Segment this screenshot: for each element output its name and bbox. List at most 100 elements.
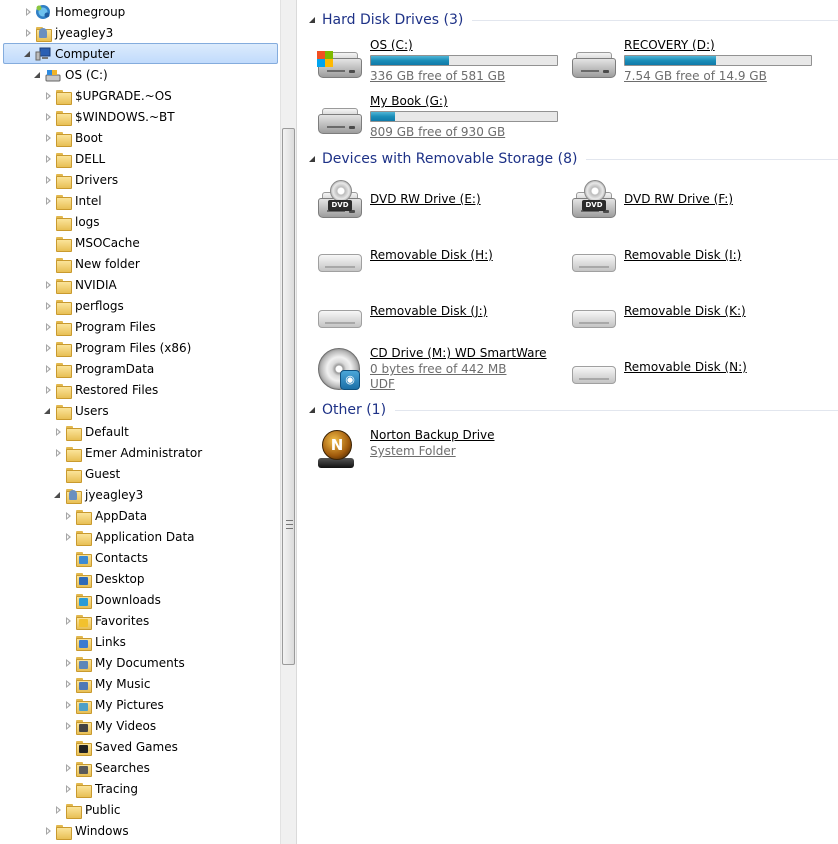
folder-icon	[55, 130, 72, 147]
tree-item[interactable]: Public	[0, 799, 280, 820]
tree-item[interactable]: Drivers	[0, 169, 280, 190]
drive-slot	[327, 70, 345, 72]
removable-item[interactable]: Removable Disk (H:)	[316, 234, 570, 282]
collapsed-arrow-icon[interactable]	[63, 511, 73, 521]
navigation-scrollbar[interactable]	[280, 0, 297, 844]
tree-item[interactable]: Program Files	[0, 316, 280, 337]
expanded-arrow-icon[interactable]	[33, 70, 43, 80]
drive-item[interactable]: OS (C:) 336 GB free of 581 GB	[316, 38, 570, 86]
drive-item[interactable]: RECOVERY (D:) 7.54 GB free of 14.9 GB	[570, 38, 824, 86]
collapsed-arrow-icon[interactable]	[63, 532, 73, 542]
tree-item[interactable]: Default	[0, 421, 280, 442]
tree-item[interactable]: Contacts	[0, 547, 280, 568]
group-header-removable-storage[interactable]: Devices with Removable Storage (8)	[298, 149, 838, 169]
tree-item[interactable]: Emer Administrator	[0, 442, 280, 463]
tree-item[interactable]: Intel	[0, 190, 280, 211]
tree-item[interactable]: Application Data	[0, 526, 280, 547]
tree-item[interactable]: logs	[0, 211, 280, 232]
collapsed-arrow-icon[interactable]	[43, 826, 53, 836]
tree-item[interactable]: My Music	[0, 673, 280, 694]
removable-item[interactable]: DVD DVD RW Drive (F:)	[570, 178, 824, 226]
tree-item[interactable]: Restored Files	[0, 379, 280, 400]
collapsed-arrow-icon[interactable]	[63, 784, 73, 794]
expanded-arrow-icon[interactable]	[23, 49, 33, 59]
group-header-other[interactable]: Other (1)	[298, 400, 838, 420]
tree-item[interactable]: Tracing	[0, 778, 280, 799]
tree-item[interactable]: Users	[0, 400, 280, 421]
group-header-hard-disk-drives[interactable]: Hard Disk Drives (3)	[298, 10, 838, 30]
scrollbar-thumb[interactable]	[282, 128, 295, 665]
tree-item[interactable]: Favorites	[0, 610, 280, 631]
tree-item[interactable]: My Pictures	[0, 694, 280, 715]
drive-item[interactable]: My Book (G:) 809 GB free of 930 GB	[316, 94, 570, 142]
tree-item[interactable]: $WINDOWS.~BT	[0, 106, 280, 127]
expanded-arrow-icon[interactable]	[43, 406, 53, 416]
collapsed-arrow-icon[interactable]	[23, 28, 33, 38]
tree-item[interactable]: My Videos	[0, 715, 280, 736]
collapse-chevron-icon[interactable]	[308, 154, 318, 164]
collapsed-arrow-icon[interactable]	[43, 112, 53, 122]
collapsed-arrow-icon[interactable]	[53, 448, 63, 458]
tree-item[interactable]: ProgramData	[0, 358, 280, 379]
tree-item[interactable]: Homegroup	[0, 1, 280, 22]
collapsed-arrow-icon[interactable]	[63, 658, 73, 668]
folder-icon	[55, 277, 72, 294]
removable-item[interactable]: Removable Disk (N:)	[570, 346, 824, 394]
collapsed-arrow-icon[interactable]	[43, 364, 53, 374]
tree-item[interactable]: NVIDIA	[0, 274, 280, 295]
tree-item[interactable]: $UPGRADE.~OS	[0, 85, 280, 106]
collapsed-arrow-icon[interactable]	[53, 427, 63, 437]
collapsed-arrow-icon[interactable]	[63, 679, 73, 689]
collapsed-arrow-icon[interactable]	[53, 805, 63, 815]
other-item[interactable]: N Norton Backup Drive System Folder	[316, 428, 570, 476]
collapsed-arrow-icon[interactable]	[43, 322, 53, 332]
collapsed-arrow-icon[interactable]	[63, 763, 73, 773]
tree-item[interactable]: Links	[0, 631, 280, 652]
item-name: DVD RW Drive (E:)	[370, 192, 481, 206]
collapsed-arrow-icon[interactable]	[43, 280, 53, 290]
collapsed-arrow-icon[interactable]	[63, 616, 73, 626]
collapsed-arrow-icon[interactable]	[43, 133, 53, 143]
tree-item[interactable]: jyeagley3	[0, 484, 280, 505]
tree-item[interactable]: Windows	[0, 820, 280, 841]
removable-item[interactable]: DVD DVD RW Drive (E:)	[316, 178, 570, 226]
expanded-arrow-icon[interactable]	[53, 490, 63, 500]
collapsed-arrow-icon[interactable]	[63, 721, 73, 731]
tree-item-label: $WINDOWS.~BT	[75, 109, 175, 124]
tree-item[interactable]: Boot	[0, 127, 280, 148]
removable-item[interactable]: ◉ CD Drive (M:) WD SmartWare 0 bytes free …	[316, 346, 570, 394]
collapsed-arrow-icon[interactable]	[43, 301, 53, 311]
tree-item[interactable]: Program Files (x86)	[0, 337, 280, 358]
collapsed-arrow-icon[interactable]	[43, 154, 53, 164]
collapsed-arrow-icon[interactable]	[43, 343, 53, 353]
tree-item[interactable]: AppData	[0, 505, 280, 526]
collapse-chevron-icon[interactable]	[308, 405, 318, 415]
collapsed-arrow-icon[interactable]	[43, 196, 53, 206]
collapsed-arrow-icon[interactable]	[43, 175, 53, 185]
tree-item[interactable]: Searches	[0, 757, 280, 778]
tree-item[interactable]: OS (C:)	[0, 64, 280, 85]
tree-item[interactable]: perflogs	[0, 295, 280, 316]
tree-item[interactable]: Computer	[0, 43, 280, 64]
filesystem-text: UDF	[370, 377, 395, 391]
collapsed-arrow-icon[interactable]	[63, 700, 73, 710]
removable-item[interactable]: Removable Disk (K:)	[570, 290, 824, 338]
removable-item[interactable]: Removable Disk (J:)	[316, 290, 570, 338]
tree-item[interactable]: Desktop	[0, 568, 280, 589]
tree-item[interactable]: Downloads	[0, 589, 280, 610]
tree-item[interactable]: jyeagley3	[0, 22, 280, 43]
tree-item[interactable]: DELL	[0, 148, 280, 169]
tree-item[interactable]: MSOCache	[0, 232, 280, 253]
collapsed-arrow-icon[interactable]	[43, 91, 53, 101]
tree-item[interactable]: Guest	[0, 463, 280, 484]
removable-item[interactable]: Removable Disk (I:)	[570, 234, 824, 282]
group-title: Other (1)	[322, 402, 387, 418]
collapsed-arrow-icon[interactable]	[43, 385, 53, 395]
capacity-bar	[370, 111, 558, 122]
tree-item[interactable]: New folder	[0, 253, 280, 274]
collapsed-arrow-icon[interactable]	[23, 7, 33, 17]
tree-item[interactable]: My Documents	[0, 652, 280, 673]
tree-item[interactable]: Saved Games	[0, 736, 280, 757]
collapse-chevron-icon[interactable]	[308, 15, 318, 25]
